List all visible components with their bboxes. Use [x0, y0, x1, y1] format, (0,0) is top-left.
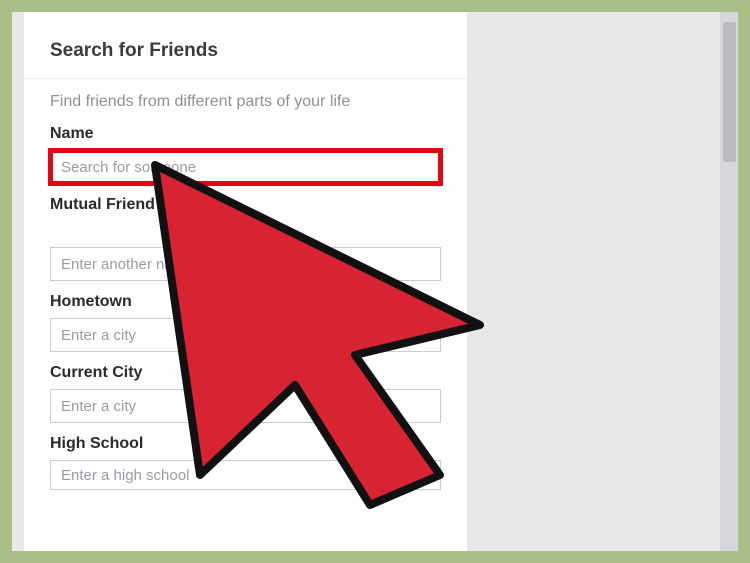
field-label-high-school: High School [50, 435, 441, 453]
field-high-school: High School [50, 435, 441, 490]
panel-subtitle: Find friends from different parts of you… [50, 93, 441, 111]
field-label-name: Name [50, 125, 441, 143]
obscured-content [50, 221, 441, 239]
field-name: Name [50, 125, 441, 184]
name-input[interactable] [50, 150, 441, 184]
content-frame: Search for Friends Find friends from dif… [12, 12, 738, 551]
hometown-input[interactable] [50, 318, 441, 352]
field-label-current-city: Current City [50, 364, 441, 382]
high-school-input[interactable] [50, 460, 441, 490]
scrollbar-thumb[interactable] [723, 22, 736, 162]
search-friends-panel: Search for Friends Find friends from dif… [24, 12, 467, 551]
panel-title: Search for Friends [50, 40, 441, 62]
panel-divider [24, 78, 467, 79]
mutual-friend-input[interactable] [50, 247, 441, 281]
field-label-hometown: Hometown [50, 293, 441, 311]
field-hometown: Hometown [50, 293, 441, 352]
current-city-input[interactable] [50, 389, 441, 423]
field-mutual-friend: Mutual Friend [50, 196, 441, 281]
scrollbar-track[interactable] [720, 12, 738, 551]
field-label-mutual: Mutual Friend [50, 196, 441, 214]
field-current-city: Current City [50, 364, 441, 423]
